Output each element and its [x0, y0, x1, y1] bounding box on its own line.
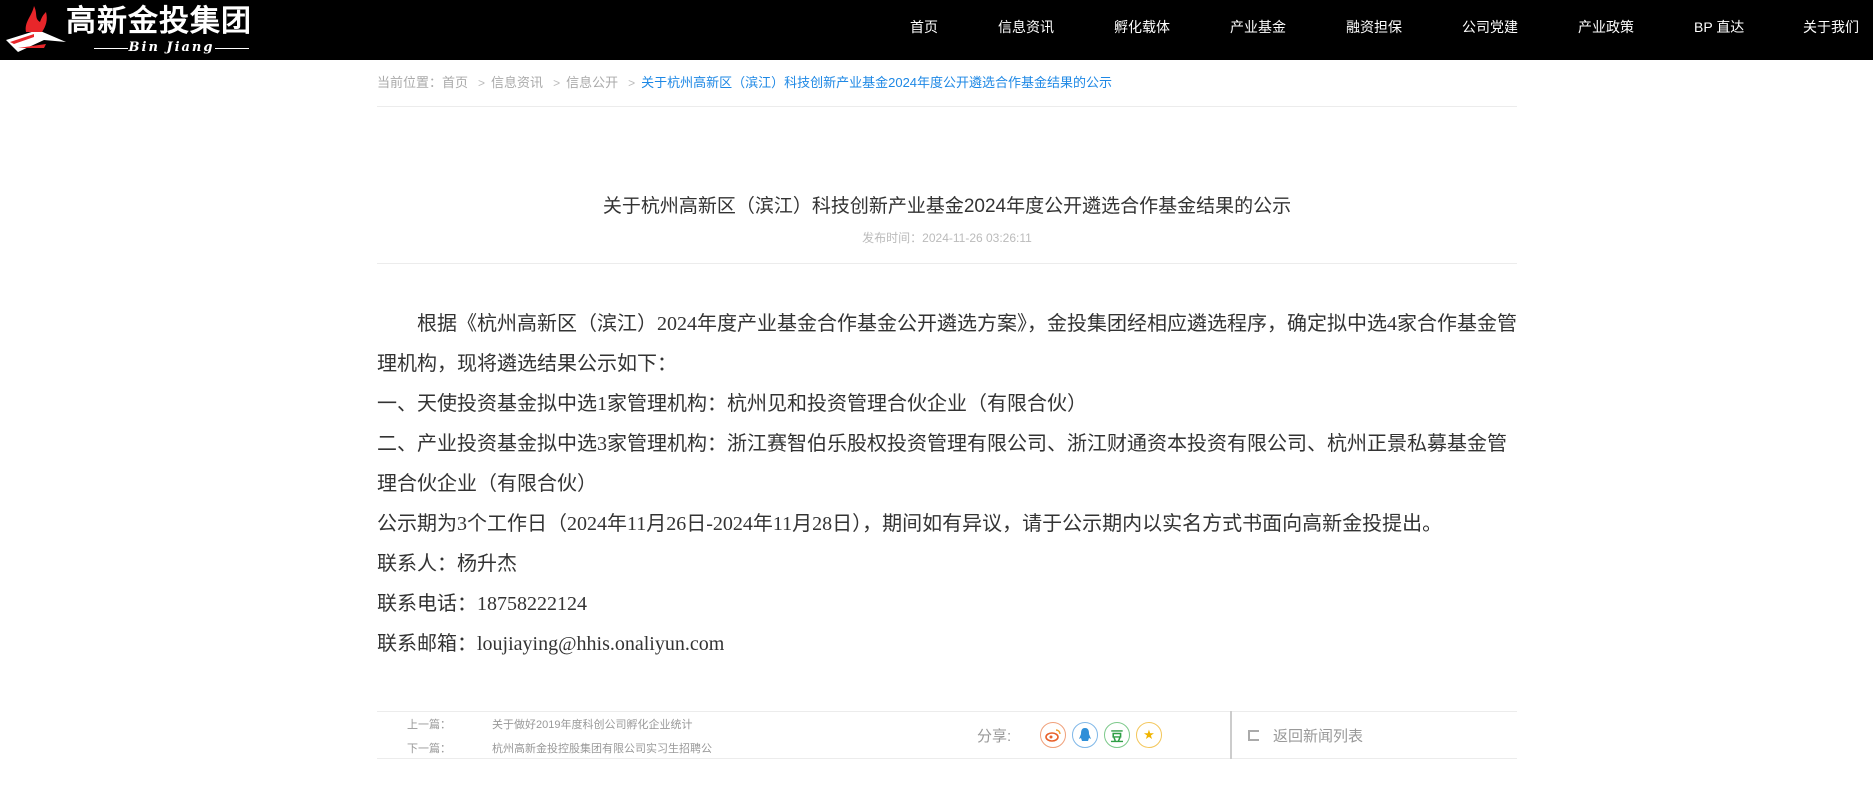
- logo-title: 高新金投集团: [66, 4, 252, 39]
- title-divider: [377, 263, 1517, 264]
- breadcrumb-news[interactable]: 信息资讯: [491, 72, 543, 91]
- breadcrumb-current[interactable]: 关于杭州高新区（滨江）科技创新产业基金2024年度公开遴选合作基金结果的公示: [641, 72, 1112, 91]
- share-label: 分享:: [977, 728, 1012, 745]
- contact-phone: 联系电话：18758222124: [377, 593, 587, 615]
- back-to-list-button[interactable]: 返回新闻列表: [1248, 725, 1363, 746]
- logo-mark-icon: [6, 6, 66, 52]
- article-body: 根据《杭州高新区（滨江）2024年度产业基金合作基金公开遴选方案》，金投集团经相…: [377, 304, 1517, 664]
- breadcrumb: 当前位置：首页 > 信息资讯 > 信息公开 > 关于杭州高新区（滨江）科技创新产业基金202…: [377, 72, 1112, 91]
- nav-item-bp[interactable]: BP 直达: [1694, 0, 1744, 60]
- top-navigation-bar: 高新金投集团 Bin Jiang 首页 信息资讯 孵化载体 产业基金 融资担保 …: [0, 0, 1873, 60]
- nav-item-news[interactable]: 信息资讯: [998, 0, 1054, 60]
- nav-item-party[interactable]: 公司党建: [1462, 0, 1518, 60]
- publish-time-label: 发布时间：: [862, 231, 923, 245]
- article-title: 关于杭州高新区（滨江）科技创新产业基金2024年度公开遴选合作基金结果的公示: [602, 196, 1292, 217]
- chevron-right-icon: >: [628, 76, 636, 90]
- prev-article-label: 上一篇：: [407, 719, 451, 731]
- contact-email: 联系邮箱：loujiaying@hhis.onaliyun.com: [377, 633, 725, 655]
- qzone-icon[interactable]: ★: [1136, 722, 1162, 748]
- site-logo[interactable]: 高新金投集团 Bin Jiang: [4, 0, 266, 60]
- contact-person: 联系人：杨升杰: [377, 553, 517, 575]
- footer-bottom-divider: [377, 758, 1517, 759]
- breadcrumb-home[interactable]: 首页: [442, 72, 468, 91]
- nav-item-policy[interactable]: 产业政策: [1578, 0, 1634, 60]
- logo-subtitle: Bin Jiang: [94, 40, 249, 56]
- article-paragraph: 根据《杭州高新区（滨江）2024年度产业基金合作基金公开遴选方案》，金投集团经相…: [377, 313, 1517, 375]
- next-article-label: 下一篇：: [407, 743, 451, 755]
- breadcrumb-divider: [377, 106, 1517, 107]
- return-icon: [1248, 730, 1259, 741]
- footer-top-divider: [377, 711, 1517, 712]
- breadcrumb-prefix: 当前位置：: [377, 75, 443, 90]
- qq-icon[interactable]: [1072, 722, 1098, 748]
- article-paragraph: 公示期为3个工作日（2024年11月26日-2024年11月28日），期间如有异…: [377, 513, 1443, 535]
- article-publish-time: 发布时间：2024-11-26 03:26:11: [377, 229, 1517, 246]
- back-to-list-label: 返回新闻列表: [1273, 728, 1364, 745]
- nav-item-about[interactable]: 关于我们: [1803, 0, 1859, 60]
- publish-time-value: 2024-11-26 03:26:11: [922, 231, 1032, 245]
- nav-item-industry-fund[interactable]: 产业基金: [1230, 0, 1286, 60]
- next-article-link[interactable]: 杭州高新金投控股集团有限公司实习生招聘公: [492, 740, 712, 756]
- chevron-right-icon: >: [478, 76, 486, 90]
- prev-article-link[interactable]: 关于做好2019年度科创公司孵化企业统计: [492, 716, 692, 732]
- nav-item-financing[interactable]: 融资担保: [1346, 0, 1402, 60]
- douban-icon[interactable]: 豆: [1104, 722, 1130, 748]
- nav-item-incubator[interactable]: 孵化载体: [1114, 0, 1170, 60]
- article-paragraph: 一、天使投资基金拟中选1家管理机构：杭州见和投资管理合伙企业（有限合伙）: [377, 393, 1087, 415]
- nav-item-home[interactable]: 首页: [910, 0, 938, 60]
- footer-separator: [1230, 711, 1232, 759]
- chevron-right-icon: >: [553, 76, 561, 90]
- breadcrumb-disclosure[interactable]: 信息公开: [566, 72, 618, 91]
- article-paragraph: 二、产业投资基金拟中选3家管理机构：浙江赛智伯乐股权投资管理有限公司、浙江财通资…: [377, 433, 1507, 495]
- weibo-icon[interactable]: [1040, 722, 1066, 748]
